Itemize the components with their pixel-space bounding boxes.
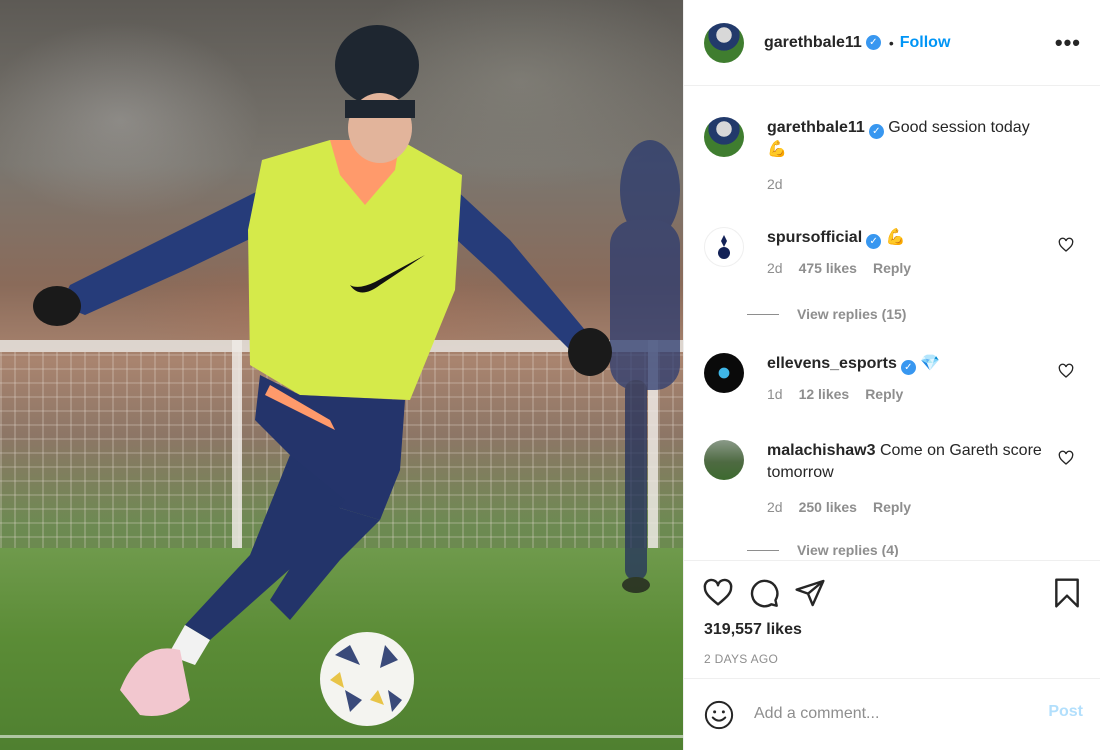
commenter-avatar[interactable] [704,440,744,480]
reply-button[interactable]: Reply [873,260,911,276]
comments-list[interactable]: garethbale11 ✓ Good session today 💪 2d sp… [684,87,1100,557]
comment-like-heart-icon[interactable] [1058,450,1074,466]
likes-count[interactable]: 319,557 likes [704,621,802,639]
verified-badge-icon: ✓ [866,234,882,249]
caption-username[interactable]: garethbale11 [767,119,865,136]
post-comment-button[interactable]: Post [1048,703,1083,721]
comment-icon[interactable] [748,577,780,609]
comment-meta: 2d 250 likes Reply [767,496,1057,518]
commenter-username[interactable]: malachishaw3 [767,442,876,459]
comment-meta: 1d 12 likes Reply [767,383,1057,405]
spurs-logo-icon [718,235,730,259]
caption-time-text[interactable]: 2d [767,176,783,192]
view-replies-label: View replies (15) [797,306,907,322]
caption-avatar[interactable] [704,117,744,157]
photo-player-figure [33,25,680,726]
view-replies-button[interactable]: View replies (15) [747,306,906,322]
post-sidebar: garethbale11 ✓ • Follow ••• garethbale11… [683,0,1100,750]
view-replies-button[interactable]: View replies (4) [747,542,899,557]
view-replies-label: View replies (4) [797,542,899,557]
verified-badge-icon: ✓ [868,124,884,139]
follow-button[interactable]: Follow [900,34,951,52]
author-username[interactable]: garethbale11 [764,34,862,52]
comment-composer: Post [684,678,1100,750]
post-timestamp[interactable]: 2 DAYS AGO [704,652,778,666]
separator-dot: • [888,34,894,51]
action-icons [702,577,826,609]
comment-like-heart-icon[interactable] [1058,363,1074,379]
comment-likes[interactable]: 12 likes [799,386,850,402]
emoji-icon[interactable] [704,700,734,730]
view-replies-line [747,313,779,315]
commenter-username[interactable]: ellevens_esports [767,355,897,372]
comment-likes[interactable]: 250 likes [799,499,857,515]
comment-body: ellevens_esports ✓ 💎 1d 12 likes Reply [767,353,1057,405]
caption-body: garethbale11 ✓ Good session today 💪 2d [767,117,1057,195]
author-avatar[interactable] [704,22,744,63]
caption-time: 2d [767,173,1057,195]
caption-text: Good session today [888,119,1030,136]
comment-time[interactable]: 2d [767,499,783,515]
comment-text: 💪 [885,229,906,246]
share-icon[interactable] [794,577,826,609]
flexed-biceps-emoji: 💪 [767,141,787,158]
post-header: garethbale11 ✓ • Follow ••• [684,0,1100,86]
comment-like-heart-icon[interactable] [1058,237,1074,253]
comment-meta: 2d 475 likes Reply [767,257,1057,279]
bookmark-icon[interactable] [1051,577,1083,609]
comment-time[interactable]: 2d [767,260,783,276]
comment-time[interactable]: 1d [767,386,783,402]
reply-button[interactable]: Reply [873,499,911,515]
comment-text: 💎 [920,355,941,372]
post-actions: 319,557 likes 2 DAYS AGO [684,560,1100,678]
comment-likes[interactable]: 475 likes [799,260,857,276]
more-options-icon[interactable]: ••• [1055,30,1081,56]
comment-body: spursofficial ✓ 💪 2d 475 likes Reply [767,227,1057,279]
commenter-avatar[interactable] [704,227,744,267]
reply-button[interactable]: Reply [865,386,903,402]
commenter-username[interactable]: spursofficial [767,229,862,246]
comment-input[interactable] [754,701,1024,727]
verified-badge-icon: ✓ [865,35,881,50]
commenter-avatar[interactable] [704,353,744,393]
post-photo[interactable] [0,0,683,750]
heart-icon[interactable] [702,577,734,609]
verified-badge-icon: ✓ [900,360,916,375]
view-replies-line [747,549,779,551]
comment-body: malachishaw3 Come on Gareth score tomorr… [767,440,1057,518]
